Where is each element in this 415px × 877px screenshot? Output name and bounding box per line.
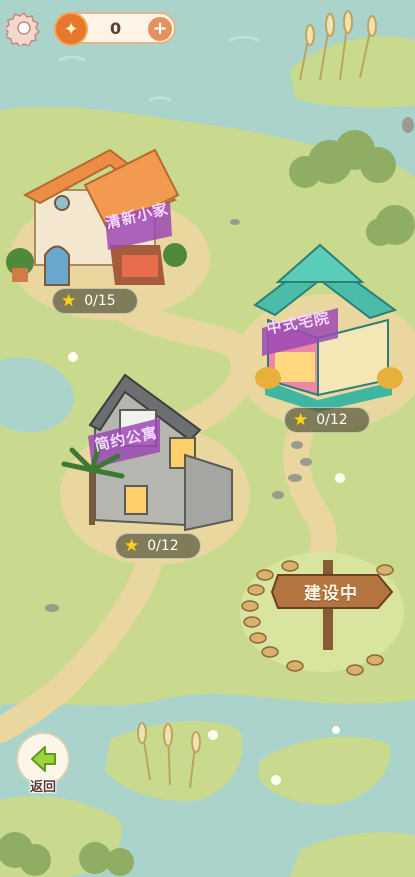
star-icon: ★ [293,409,309,430]
currency-display: ✦ 0 + [54,12,176,46]
star-icon: ★ [124,535,140,556]
coin-icon: ✦ [54,12,88,46]
progress-badge-fresh-cottage[interactable]: ★ 0/15 [52,288,138,314]
progress-text: 0/12 [316,412,348,428]
progress-badge-simple-apartment[interactable]: ★ 0/12 [115,533,201,559]
back-button[interactable]: 返回 [16,732,72,795]
progress-text: 0/12 [147,538,179,554]
star-icon: ★ [61,290,77,311]
currency-value: 0 [110,19,122,38]
top-bar: ✦ 0 + [0,0,415,60]
add-currency-button[interactable]: + [148,17,172,41]
progress-badge-chinese-courtyard[interactable]: ★ 0/12 [284,407,370,433]
gear-icon [3,11,41,49]
settings-button[interactable] [3,10,42,49]
progress-text: 0/15 [84,293,116,309]
plus-icon: + [152,18,168,39]
construction-sign-label: 建设中 [304,584,358,604]
back-button-label: 返回 [29,780,56,795]
